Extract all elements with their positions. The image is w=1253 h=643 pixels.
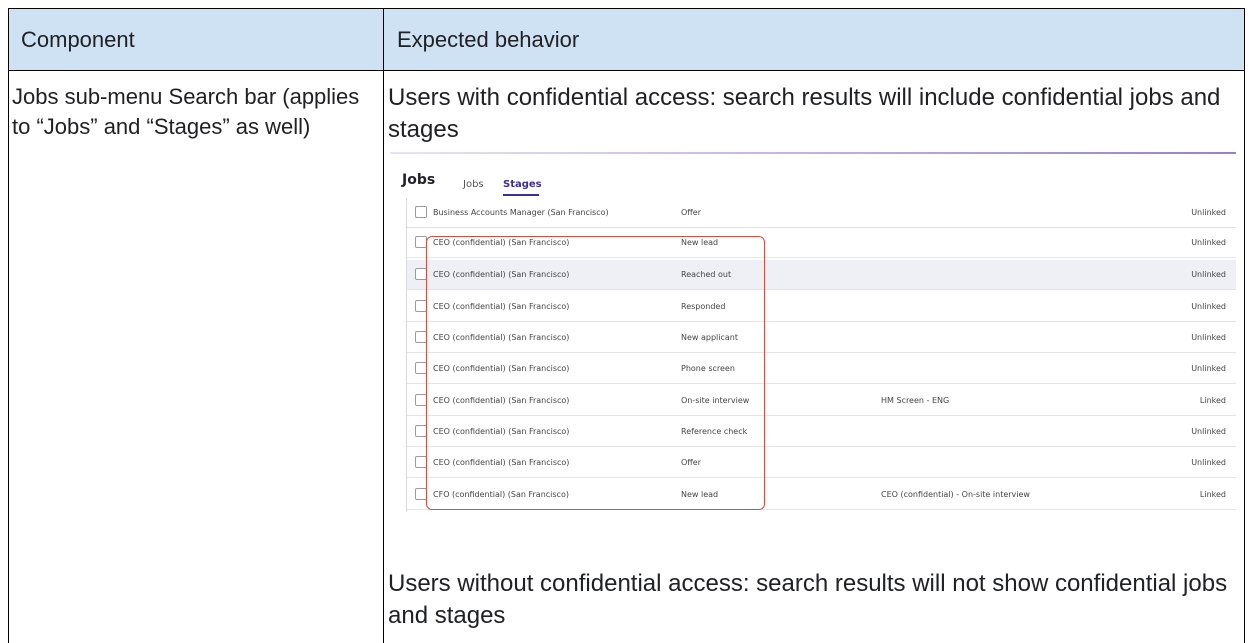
column-divider (383, 9, 384, 643)
header-expected-behavior: Expected behavior (397, 27, 580, 52)
status-cell: Linked (1199, 396, 1226, 405)
status-cell: Unlinked (1191, 302, 1226, 311)
table-row[interactable]: Business Accounts Manager (San Francisco… (407, 198, 1236, 228)
status-cell: Unlinked (1191, 270, 1226, 279)
status-cell: Unlinked (1191, 458, 1226, 467)
confidential-highlight-box (426, 236, 765, 510)
tab-jobs[interactable]: Jobs (463, 179, 484, 190)
screenshot-top-border (390, 152, 1236, 154)
component-cell: Jobs sub-menu Search bar (applies to “Jo… (12, 84, 360, 139)
status-cell: Linked (1199, 490, 1226, 499)
header-component: Component (21, 27, 135, 52)
active-tab-indicator (503, 194, 539, 196)
linked-stage-cell: CEO (confidential) - On-site interview (881, 490, 1030, 499)
status-cell: Unlinked (1191, 238, 1226, 247)
screenshot-title: Jobs (402, 172, 436, 188)
linked-stage-cell: HM Screen - ENG (881, 396, 950, 405)
row-checkbox[interactable] (415, 206, 427, 218)
job-cell: Business Accounts Manager (San Francisco… (433, 208, 609, 217)
status-cell: Unlinked (1191, 364, 1226, 373)
status-cell: Unlinked (1191, 333, 1226, 342)
table-header-row: Component Expected behavior (9, 9, 1244, 71)
without-access-text: Users without confidential access: searc… (388, 570, 1228, 629)
status-cell: Unlinked (1191, 427, 1226, 436)
stage-cell: Offer (681, 208, 702, 217)
status-cell: Unlinked (1191, 208, 1226, 217)
with-access-text: Users with confidential access: search r… (388, 84, 1221, 143)
tab-stages[interactable]: Stages (503, 179, 542, 190)
